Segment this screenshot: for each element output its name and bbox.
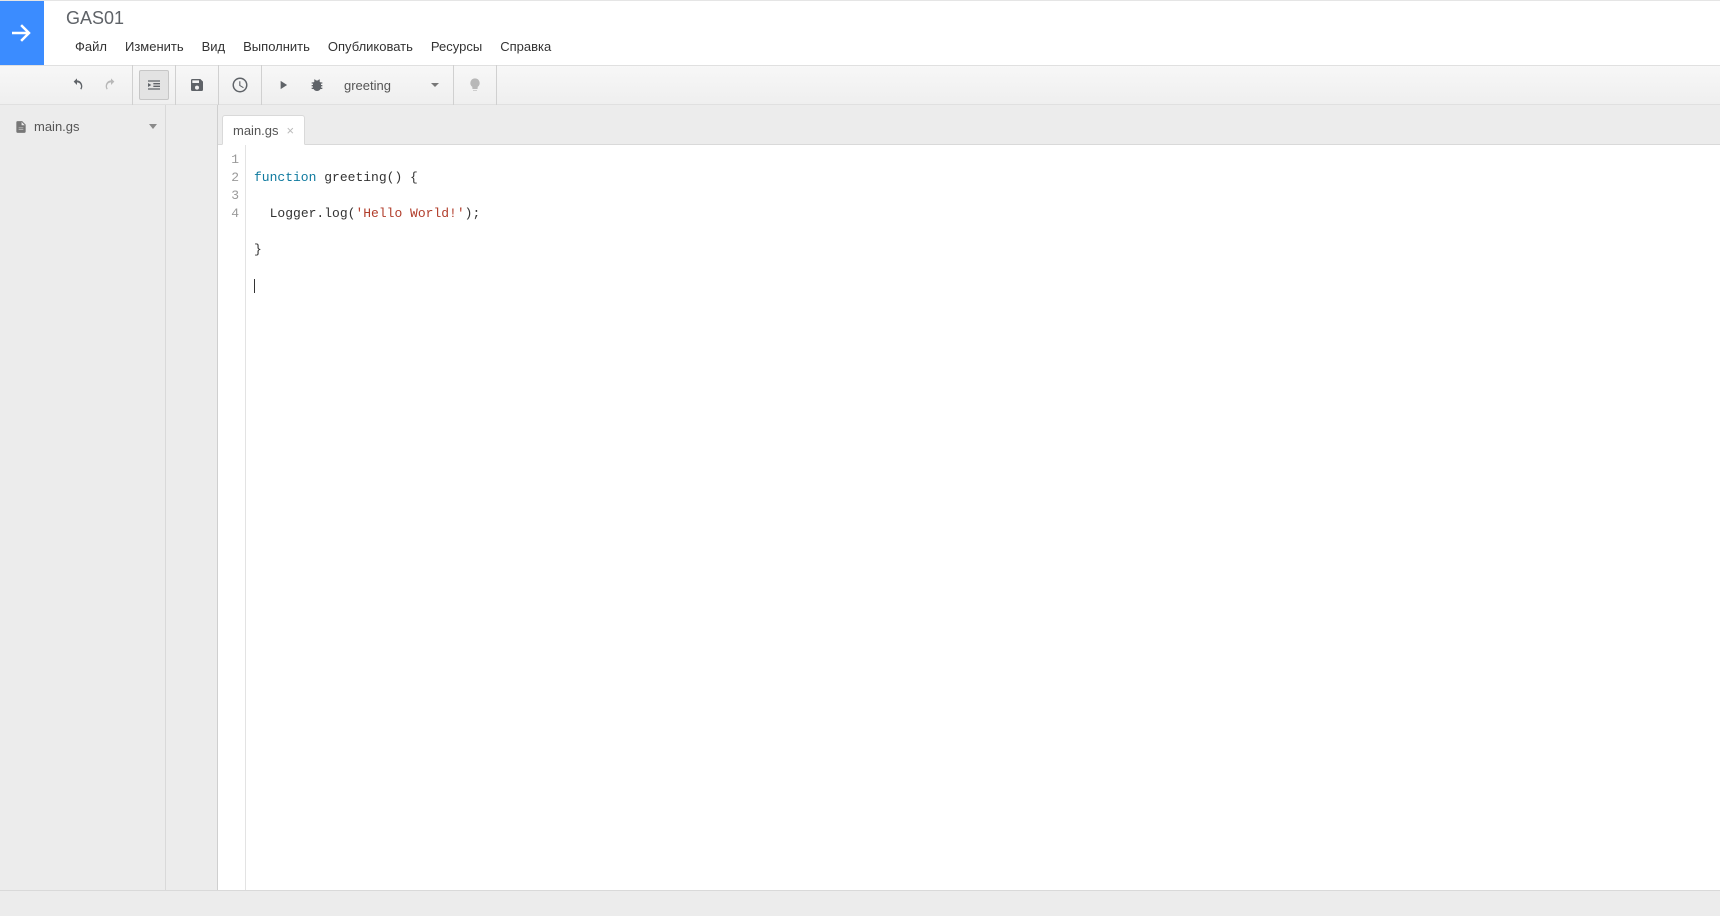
- code-line: [254, 277, 480, 295]
- app-root: GAS01 Файл Изменить Вид Выполнить Опубли…: [0, 0, 1720, 916]
- header: GAS01 Файл Изменить Вид Выполнить Опубли…: [0, 1, 1720, 65]
- code-line: }: [254, 241, 480, 259]
- indent-icon: [146, 77, 162, 93]
- debug-button[interactable]: [302, 70, 332, 100]
- bug-icon: [309, 77, 325, 93]
- run-button[interactable]: [268, 70, 298, 100]
- editor-pane: main.gs × 1 2 3 4 function greeting() { …: [218, 105, 1720, 890]
- line-number: 4: [218, 205, 239, 223]
- body: main.gs main.gs × 1 2 3 4 funct: [0, 105, 1720, 890]
- tabstrip: main.gs ×: [218, 105, 1720, 145]
- save-icon: [189, 77, 205, 93]
- code-line: function greeting() {: [254, 169, 480, 187]
- function-select[interactable]: greeting: [334, 70, 449, 100]
- menu-run[interactable]: Выполнить: [234, 33, 319, 60]
- menu-help[interactable]: Справка: [491, 33, 560, 60]
- arrow-right-icon: [7, 18, 37, 48]
- file-item[interactable]: main.gs: [0, 113, 165, 140]
- redo-button[interactable]: [96, 70, 126, 100]
- file-icon: [14, 120, 28, 134]
- toolbar-separator: [453, 65, 454, 105]
- toolbar-separator: [132, 65, 133, 105]
- save-button[interactable]: [182, 70, 212, 100]
- toolbar: greeting: [0, 65, 1720, 105]
- toolbar-separator: [496, 65, 497, 105]
- line-number: 1: [218, 151, 239, 169]
- toolbar-separator: [261, 65, 262, 105]
- toolbar-separator: [218, 65, 219, 105]
- file-item-label: main.gs: [34, 119, 80, 134]
- toolbar-separator: [175, 65, 176, 105]
- code-text[interactable]: function greeting() { Logger.log('Hello …: [246, 145, 480, 890]
- app-logo[interactable]: [0, 1, 44, 65]
- menu-edit[interactable]: Изменить: [116, 33, 193, 60]
- undo-icon: [69, 77, 85, 93]
- undo-button[interactable]: [62, 70, 92, 100]
- file-sidebar: main.gs: [0, 105, 166, 890]
- close-icon[interactable]: ×: [287, 123, 295, 138]
- menubar: Файл Изменить Вид Выполнить Опубликовать…: [66, 33, 1720, 60]
- indent-button[interactable]: [139, 70, 169, 100]
- chevron-down-icon[interactable]: [149, 124, 157, 129]
- lightbulb-button[interactable]: [460, 70, 490, 100]
- triggers-button[interactable]: [225, 70, 255, 100]
- project-title[interactable]: GAS01: [66, 7, 1720, 27]
- redo-icon: [103, 77, 119, 93]
- lightbulb-icon: [467, 77, 483, 93]
- editor-tab[interactable]: main.gs ×: [222, 115, 305, 145]
- function-select-label: greeting: [344, 78, 391, 93]
- code-line: Logger.log('Hello World!');: [254, 205, 480, 223]
- menu-view[interactable]: Вид: [193, 33, 235, 60]
- footer-bar: [0, 890, 1720, 916]
- line-number: 2: [218, 169, 239, 187]
- menu-publish[interactable]: Опубликовать: [319, 33, 422, 60]
- code-area[interactable]: 1 2 3 4 function greeting() { Logger.log…: [218, 145, 1720, 890]
- menu-resources[interactable]: Ресурсы: [422, 33, 491, 60]
- sidebar-gutter[interactable]: [166, 105, 218, 890]
- line-numbers: 1 2 3 4: [218, 145, 246, 890]
- chevron-down-icon: [431, 83, 439, 87]
- clock-icon: [231, 76, 249, 94]
- menu-file[interactable]: Файл: [66, 33, 116, 60]
- title-area: GAS01 Файл Изменить Вид Выполнить Опубли…: [44, 1, 1720, 65]
- editor-tab-label: main.gs: [233, 123, 279, 138]
- play-icon: [276, 78, 290, 92]
- line-number: 3: [218, 187, 239, 205]
